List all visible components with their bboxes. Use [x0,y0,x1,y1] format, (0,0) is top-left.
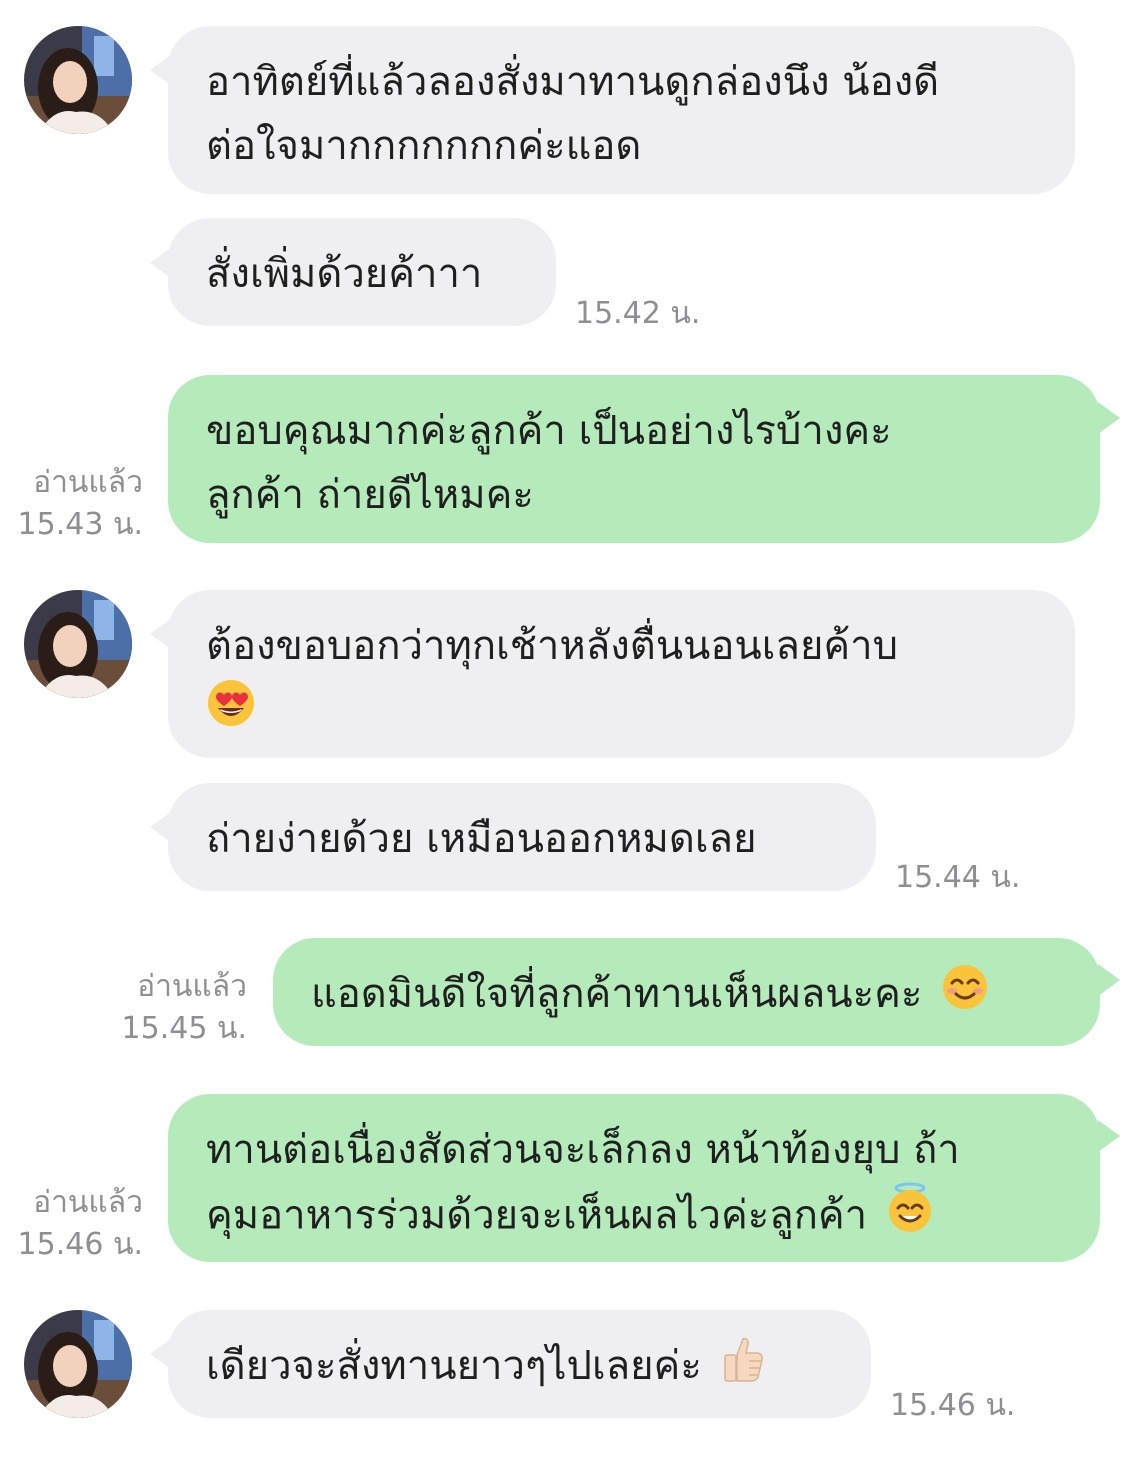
message-timestamp: 15.46 น. [890,1388,1016,1423]
message-text: ต่อใจมากกกกกกกค่ะแอด [206,123,642,169]
message-text: ลูกค้า ถ่ายดีไหมคะ [206,472,534,518]
outgoing-message-bubble[interactable]: ทานต่อเนื่องสัดส่วนจะเล็กลง หน้าท้องยุบ … [168,1094,1100,1262]
contact-avatar[interactable] [24,1310,132,1418]
smiling-blush-emoji [941,963,989,1030]
bubble-tail [1098,402,1120,434]
heart-eyes-emoji [206,678,256,747]
bubble-tail [1098,1120,1120,1152]
incoming-message-bubble[interactable]: สั่งเพิ่มด้วยค้าาา [168,218,556,326]
contact-avatar[interactable] [24,26,132,134]
message-timestamp: 15.42 น. [575,296,701,331]
message-text: ขอบคุณมากค่ะลูกค้า เป็นอย่างไรบ้างคะ [206,408,892,454]
message-text: สั่งเพิ่มด้วยค้าาา [206,251,483,297]
halo-emoji [886,1182,934,1253]
incoming-message-bubble[interactable]: อาทิตย์ที่แล้วลองสั่งมาทานดูกล่องนึง น้อ… [168,26,1075,194]
read-receipt: อ่านแล้ว [137,969,247,1004]
message-line: เดียวจะสั่งทานยาวๆไปเลยค่ะ [206,1334,835,1402]
message-line: คุมอาหารร่วมด้วยจะเห็นผลไวค่ะลูกค้า [206,1182,1064,1253]
message-meta: อ่านแล้ว 15.46 น. [18,1182,143,1266]
outgoing-message-bubble[interactable]: แอดมินดีใจที่ลูกค้าทานเห็นผลนะคะ [273,938,1100,1046]
message-text: อาทิตย์ที่แล้วลองสั่งมาทานดูกล่องนึง น้อ… [206,59,940,105]
read-receipt: อ่านแล้ว [33,1185,143,1220]
message-timestamp: 15.43 น. [17,507,143,542]
read-receipt: อ่านแล้ว [33,465,143,500]
message-text: ถ่ายง่ายด้วย เหมือนออกหมดเลย [206,816,757,862]
message-meta: อ่านแล้ว 15.43 น. [18,462,143,546]
outgoing-message-bubble[interactable]: ขอบคุณมากค่ะลูกค้า เป็นอย่างไรบ้างคะ ลูก… [168,375,1100,543]
message-text: ทานต่อเนื่องสัดส่วนจะเล็กลง หน้าท้องยุบ … [206,1127,960,1173]
message-line [206,678,1039,747]
message-line: แอดมินดีใจที่ลูกค้าทานเห็นผลนะคะ [311,962,1064,1030]
incoming-message-bubble[interactable]: ต้องขอบอกว่าทุกเช้าหลังตื่นนอนเลยค้าบ [168,590,1075,758]
message-timestamp: 15.46 น. [17,1227,143,1262]
bubble-tail [1098,964,1120,996]
message-text: เดียวจะสั่งทานยาวๆไปเลยค่ะ [206,1343,702,1389]
message-timestamp: 15.44 น. [895,860,1021,895]
message-text: คุมอาหารร่วมด้วยจะเห็นผลไวค่ะลูกค้า [206,1192,868,1239]
message-text: ต้องขอบอกว่าทุกเช้าหลังตื่นนอนเลยค้าบ [206,623,898,669]
thumbs-up-emoji [721,1335,765,1402]
message-text: แอดมินดีใจที่ลูกค้าทานเห็นผลนะคะ [311,971,923,1017]
incoming-message-bubble[interactable]: เดียวจะสั่งทานยาวๆไปเลยค่ะ [168,1310,871,1418]
message-timestamp: 15.45 น. [121,1011,247,1046]
message-meta: อ่านแล้ว 15.45 น. [122,966,247,1050]
incoming-message-bubble[interactable]: ถ่ายง่ายด้วย เหมือนออกหมดเลย [168,783,876,891]
contact-avatar[interactable] [24,590,132,698]
